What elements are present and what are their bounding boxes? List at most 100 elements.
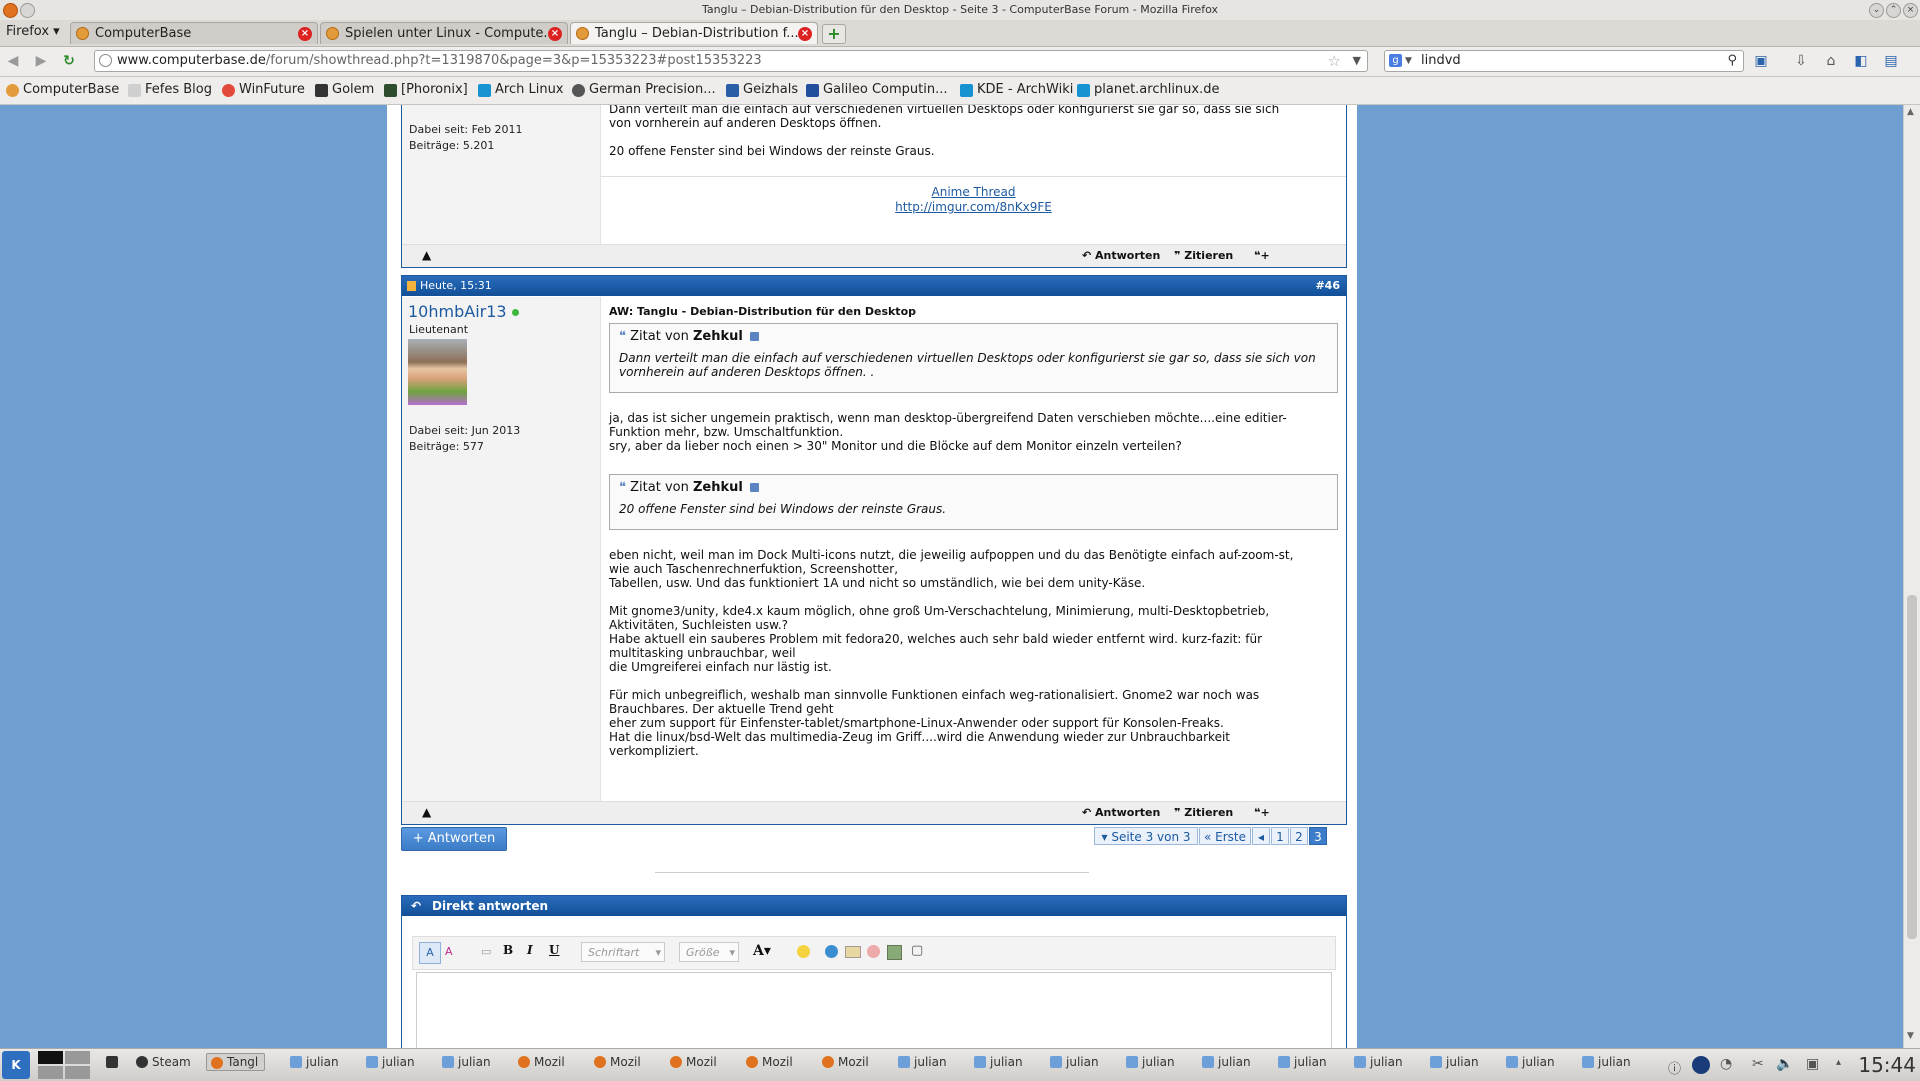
reload-icon[interactable]: ↻ [60, 52, 78, 70]
tab-tanglu[interactable]: Tanglu – Debian-Distribution f... × [570, 22, 818, 44]
close-tab-icon[interactable]: × [798, 27, 812, 41]
task-firefox[interactable]: Mozil [822, 1055, 869, 1069]
clipboard-icon[interactable]: ✂ [1752, 1056, 1764, 1072]
task-window[interactable]: julian [1430, 1055, 1479, 1069]
task-window[interactable]: julian [290, 1055, 339, 1069]
quote-button[interactable]: ❞ Zitieren [1174, 806, 1233, 819]
search-engine-dropdown-icon[interactable]: ▼ [1405, 51, 1412, 71]
task-window[interactable]: julian [366, 1055, 415, 1069]
task-window[interactable]: julian [1050, 1055, 1099, 1069]
email-icon[interactable] [845, 946, 861, 958]
page-jump-dropdown[interactable]: ▾ Seite 3 von 3 [1094, 827, 1198, 845]
tab-computerbase[interactable]: ComputerBase × [70, 22, 318, 44]
task-window[interactable]: julian [1582, 1055, 1631, 1069]
task-firefox[interactable]: Mozil [670, 1055, 717, 1069]
quote-button[interactable]: ❞ Zitieren [1174, 249, 1233, 262]
steam-tray-icon[interactable]: ◔ [1720, 1056, 1732, 1072]
task-window[interactable]: julian [1126, 1055, 1175, 1069]
close-tab-icon[interactable]: × [298, 27, 312, 41]
tab-spielen-unter-linux[interactable]: Spielen unter Linux - Compute... × [320, 22, 568, 44]
desktop-3[interactable] [38, 1066, 63, 1079]
desktop-4[interactable] [65, 1066, 90, 1079]
scroll-up-icon[interactable]: ▲ [1907, 107, 1914, 117]
task-window[interactable]: julian [1506, 1055, 1555, 1069]
unlink-icon[interactable] [867, 945, 880, 958]
smiley-icon[interactable] [797, 945, 810, 958]
previous-page-icon[interactable]: ◂ [1252, 827, 1270, 845]
maximize-icon[interactable]: ⌃ [1886, 3, 1901, 18]
username[interactable]: 10hmbAir13 [408, 302, 519, 321]
task-firefox[interactable]: Mozil [746, 1055, 793, 1069]
quote-insert-icon[interactable]: ▢ [911, 943, 923, 958]
desktop-2[interactable] [65, 1051, 90, 1064]
forward-icon[interactable]: ▶ [32, 52, 50, 70]
underline-button[interactable]: U [549, 943, 559, 957]
url-bar[interactable]: www.computerbase.de/forum/showthread.php… [94, 50, 1368, 72]
scrollbar-thumb[interactable] [1907, 595, 1917, 939]
bookmark-fefes-blog[interactable]: Fefes Blog [128, 82, 212, 97]
reply-button[interactable]: ↶ Antworten [1082, 806, 1160, 819]
volume-icon[interactable]: 🔈 [1776, 1056, 1793, 1072]
desktop-1[interactable] [38, 1051, 63, 1064]
network-icon[interactable] [1692, 1056, 1710, 1074]
font-size-select[interactable]: Größe ▾ [679, 942, 739, 962]
info-icon[interactable]: ⓘ [1668, 1058, 1681, 1077]
scroll-down-icon[interactable]: ▼ [1907, 1031, 1914, 1041]
task-window[interactable]: julian [442, 1055, 491, 1069]
remove-format-icon[interactable]: A [445, 945, 453, 958]
removable-devices-icon[interactable]: ▣ [1806, 1056, 1819, 1072]
multiquote-icon[interactable]: ❝+ [1254, 806, 1270, 819]
avatar[interactable] [408, 339, 467, 405]
close-tab-icon[interactable]: × [548, 27, 562, 41]
task-window[interactable]: julian [1278, 1055, 1327, 1069]
home-icon[interactable]: ⌂ [1822, 52, 1840, 70]
image-icon[interactable] [887, 945, 902, 960]
post-number[interactable]: #46 [1315, 276, 1340, 296]
multiquote-icon[interactable]: ❝+ [1254, 249, 1270, 262]
signature-link-imgur[interactable]: http://imgur.com/8nKx9FE [895, 200, 1052, 214]
task-firefox-active[interactable]: Tangl [206, 1053, 266, 1071]
google-icon[interactable]: g [1389, 54, 1402, 67]
task-firefox[interactable]: Mozil [518, 1055, 565, 1069]
reply-textarea[interactable] [416, 972, 1332, 1048]
wysiwyg-toggle-icon[interactable]: A [419, 942, 441, 964]
addon-icon[interactable]: ▣ [1752, 52, 1770, 70]
task-window[interactable]: julian [1202, 1055, 1251, 1069]
clock[interactable]: 15:44 [1858, 1053, 1916, 1077]
first-page-button[interactable]: « Erste [1199, 827, 1251, 845]
bookmark-galileo-computing[interactable]: Galileo Computin... [806, 82, 948, 97]
bookmark-star-icon[interactable]: ☆ [1328, 51, 1341, 71]
minimize-icon[interactable]: ⌄ [1869, 3, 1884, 18]
reply-button[interactable]: ↶ Antworten [1082, 249, 1160, 262]
back-icon[interactable]: ◀ [4, 52, 22, 70]
bookmark-arch-linux[interactable]: Arch Linux [478, 82, 564, 97]
bookmark-geizhals[interactable]: Geizhals [726, 82, 798, 97]
font-family-select[interactable]: Schriftart ▾ [581, 942, 665, 962]
task-window[interactable]: julian [898, 1055, 947, 1069]
link-icon[interactable] [825, 945, 838, 958]
task-firefox[interactable]: Mozil [594, 1055, 641, 1069]
font-color-button[interactable]: A▾ [753, 943, 771, 959]
bold-button[interactable]: B [503, 943, 513, 957]
kde-menu-icon[interactable]: K [2, 1051, 30, 1079]
binoculars-icon[interactable]: ⚲ [1727, 51, 1737, 71]
translate-icon[interactable]: ▤ [1882, 52, 1900, 70]
tray-expand-icon[interactable]: ▴ [1836, 1057, 1841, 1068]
page-1-link[interactable]: 1 [1271, 827, 1289, 845]
signature-link-anime-thread[interactable]: Anime Thread [932, 185, 1016, 199]
italic-button[interactable]: I [527, 943, 533, 957]
view-post-icon[interactable] [749, 332, 759, 341]
task-steam[interactable]: Steam [136, 1055, 191, 1069]
search-bar[interactable]: g ▼ lindvd ⚲ [1384, 50, 1744, 72]
site-identity-icon[interactable] [99, 54, 112, 67]
bookmark-planet-archlinux[interactable]: planet.archlinux.de [1077, 82, 1220, 97]
bookmark-computerbase[interactable]: ComputerBase [6, 82, 119, 97]
new-reply-button[interactable]: + Antworten [401, 827, 507, 851]
close-window-icon[interactable]: × [1903, 3, 1918, 18]
task-window[interactable]: julian [1354, 1055, 1403, 1069]
page-scrollbar[interactable]: ▲ ▼ [1903, 105, 1920, 1048]
view-post-icon[interactable] [749, 483, 759, 492]
url-dropdown-icon[interactable]: ▼ [1353, 51, 1361, 71]
bookmark-kde-archwiki[interactable]: KDE - ArchWiki [960, 82, 1073, 97]
bookmark-golem[interactable]: Golem [315, 82, 374, 97]
